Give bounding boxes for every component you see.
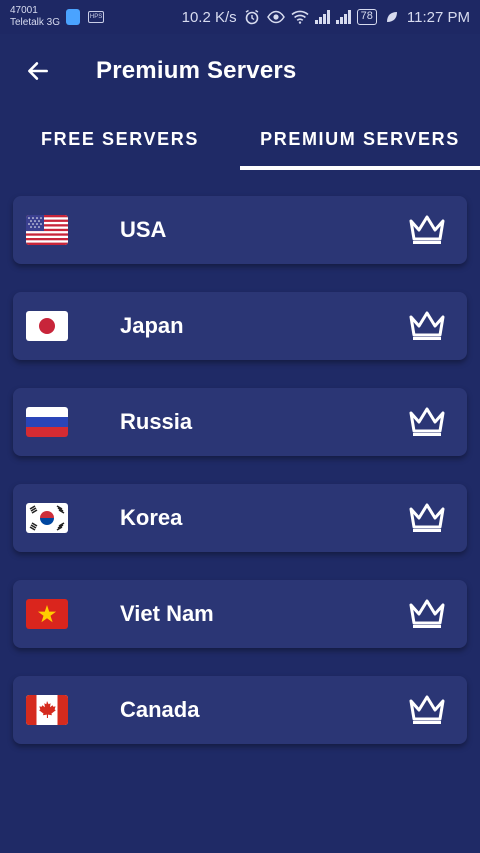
russia-flag-icon: [26, 407, 68, 437]
server-item-usa[interactable]: USA: [13, 196, 467, 264]
page-title: Premium Servers: [96, 57, 297, 84]
crown-icon: [409, 215, 445, 244]
server-name: Russia: [120, 409, 193, 434]
tab-bar: FREE SERVERS PREMIUM SERVERS: [0, 108, 480, 170]
server-item-korea[interactable]: Korea: [13, 484, 467, 552]
server-name: Canada: [120, 697, 200, 722]
server-name: Japan: [120, 313, 184, 338]
server-item-japan[interactable]: Japan: [13, 292, 467, 360]
crown-icon: [409, 599, 445, 628]
alarm-icon: [243, 8, 261, 26]
status-right: 10.2 K/s 78 11:27 PM: [182, 8, 470, 26]
usa-flag-icon: [26, 215, 68, 245]
server-name: Korea: [120, 505, 183, 530]
clock: 11:27 PM: [406, 8, 470, 26]
eye-icon: [266, 8, 285, 26]
server-list: USA Japan Russia Korea Viet Nam Canada: [13, 196, 467, 772]
carrier-info: 47001 Teletalk 3G: [10, 5, 60, 29]
signal-icon: [314, 10, 330, 24]
network-speed: 10.2 K/s: [181, 8, 237, 26]
tab-free-servers[interactable]: FREE SERVERS: [0, 108, 240, 170]
shield-icon: [66, 9, 81, 25]
back-button[interactable]: [14, 47, 62, 95]
vietnam-flag-icon: [26, 599, 68, 629]
server-name: USA: [120, 217, 167, 242]
toolbar: Premium Servers: [0, 34, 480, 108]
carrier-name: Teletalk 3G: [10, 17, 61, 28]
carrier-code: 47001: [10, 5, 38, 16]
crown-icon: [409, 503, 445, 532]
wifi-icon: [291, 8, 309, 26]
tab-premium-servers[interactable]: PREMIUM SERVERS: [240, 108, 480, 170]
canada-flag-icon: [26, 695, 68, 725]
status-bar: 47001 Teletalk 3G HPS 10.2 K/s 78 11:27 …: [0, 0, 480, 34]
crown-icon: [409, 407, 445, 436]
arrow-left-icon: [28, 62, 48, 80]
crown-icon: [409, 695, 445, 724]
server-item-vietnam[interactable]: Viet Nam: [13, 580, 467, 648]
battery-indicator: 78: [356, 9, 377, 25]
server-item-russia[interactable]: Russia: [13, 388, 467, 456]
japan-flag-icon: [26, 311, 68, 341]
korea-flag-icon: [26, 503, 68, 533]
hps-icon: HPS: [88, 11, 105, 23]
server-item-canada[interactable]: Canada: [13, 676, 467, 744]
server-name: Viet Nam: [120, 601, 214, 626]
crown-icon: [409, 311, 445, 340]
status-left: 47001 Teletalk 3G HPS: [10, 5, 105, 29]
signal-icon-2: [335, 10, 351, 24]
leaf-icon: [383, 8, 401, 26]
